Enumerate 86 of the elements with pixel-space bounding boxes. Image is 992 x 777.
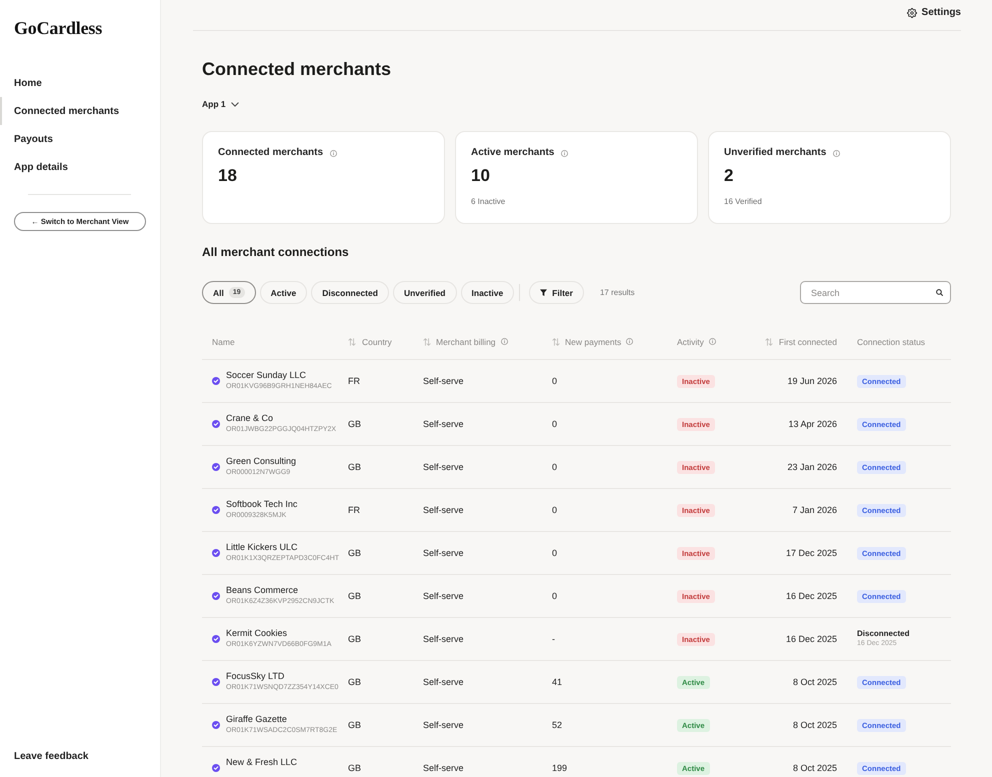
table-cell: 0 xyxy=(552,590,558,602)
filter-pill[interactable]: Inactive xyxy=(460,281,514,304)
info-icon xyxy=(561,150,568,156)
stat-note: 16 Verified xyxy=(724,197,763,207)
column-header: Connection status xyxy=(857,336,926,346)
feedback-link[interactable]: Leave feedback xyxy=(14,750,88,764)
column-header: Name xyxy=(212,336,235,346)
table-cell: 16 Dec 2025 xyxy=(786,634,837,644)
page-title: Connected merchants xyxy=(202,58,392,80)
table-cell: Self-serve xyxy=(423,548,464,558)
app-selector[interactable]: App 1 xyxy=(202,98,239,110)
table-cell: 8 Oct 2025 xyxy=(792,720,837,730)
stat-value: 18 xyxy=(218,166,238,186)
table-cell: 13 Apr 2026 xyxy=(788,418,837,430)
table-cell: 8 Oct 2025 xyxy=(792,762,837,774)
stat-note: 6 Inactive xyxy=(471,197,506,207)
merchant-name: FocusSky LTD xyxy=(226,671,286,682)
card-label: Connected merchants xyxy=(218,147,324,159)
table-cell: 41 xyxy=(552,676,562,688)
merchant-name: New & Fresh LLC xyxy=(226,757,298,768)
info-icon xyxy=(833,150,840,156)
table-cell: GB xyxy=(348,548,362,558)
table-cell: GB xyxy=(348,720,362,730)
table-cell: GB xyxy=(348,634,362,644)
table-cell: GB xyxy=(348,418,362,430)
status-text: Disconnected xyxy=(857,629,910,639)
table-cell: Self-serve xyxy=(423,676,464,688)
table-cell: Self-serve xyxy=(423,376,464,386)
table-cell: GB xyxy=(348,676,362,688)
table-cell: 199 xyxy=(552,762,568,774)
table-cell: 23 Jan 2026 xyxy=(787,462,837,472)
table-cell: 52 xyxy=(552,720,562,730)
table-cell: Self-serve xyxy=(423,590,464,602)
filter-button[interactable]: Filter xyxy=(529,281,584,304)
table-cell: 0 xyxy=(552,418,558,430)
table-cell: 0 xyxy=(552,462,558,472)
table-cell: GB xyxy=(348,590,362,602)
merchant-name: Little Kickers ULC xyxy=(226,542,299,553)
card-label: Unverified merchants xyxy=(724,147,826,159)
table-cell: 19 Jun 2026 xyxy=(787,376,837,386)
merchant-name: Giraffe Gazette xyxy=(226,714,288,725)
merchant-name: Green Consulting xyxy=(226,456,296,467)
settings-icon xyxy=(906,8,917,18)
column-header: Activity xyxy=(677,336,704,346)
table-cell: FR xyxy=(348,504,360,516)
merchant-name: Beans Commerce xyxy=(226,585,300,596)
table-cell: 0 xyxy=(552,376,558,386)
info-icon xyxy=(330,150,338,156)
stat-value: 2 xyxy=(724,166,734,186)
settings-button[interactable]: Settings xyxy=(906,6,961,20)
table-cell: 0 xyxy=(552,504,558,516)
search-field[interactable]: Search xyxy=(800,281,951,304)
table-cell: GB xyxy=(348,762,362,774)
nav-item[interactable]: Home xyxy=(0,69,160,97)
stat-value: 10 xyxy=(471,166,491,186)
filter-icon xyxy=(540,289,548,296)
table-cell: 7 Jan 2026 xyxy=(792,504,837,516)
chevron-down-icon xyxy=(230,102,239,106)
search-icon xyxy=(936,289,943,296)
column-header[interactable]: First connected xyxy=(778,336,837,346)
results-count: 17 results xyxy=(600,288,635,297)
nav-item[interactable]: App details xyxy=(0,153,160,181)
table-cell: Self-serve xyxy=(423,634,464,644)
table-cell: Self-serve xyxy=(423,762,464,774)
table-cell: Self-serve xyxy=(423,504,464,516)
merchant-name: Crane & Co xyxy=(226,413,274,424)
table-cell: 8 Oct 2025 xyxy=(792,676,837,688)
logo-text: GoCardless xyxy=(14,18,102,39)
table-cell: 16 Dec 2025 xyxy=(786,590,837,602)
filter-pill[interactable]: Disconnected xyxy=(311,281,389,304)
table-cell: Self-serve xyxy=(423,462,464,472)
table-cell: - xyxy=(552,634,555,644)
table-cell: Self-serve xyxy=(423,720,464,730)
section-title: All merchant connections xyxy=(202,244,350,260)
table-cell: 17 Dec 2025 xyxy=(786,548,837,558)
table-cell: Self-serve xyxy=(423,418,464,430)
table-cell: FR xyxy=(348,376,360,386)
merchant-name: Softbook Tech Inc xyxy=(226,499,298,510)
merchant-name: Soccer Sunday LLC xyxy=(226,370,308,381)
merchant-name: Kermit Cookies xyxy=(226,628,288,639)
table-cell: 0 xyxy=(552,548,558,558)
nav-item[interactable]: Payouts xyxy=(0,125,160,153)
filter-pill[interactable]: Active xyxy=(260,281,308,304)
card-label: Active merchants xyxy=(471,147,554,159)
filter-pill[interactable]: Unverified xyxy=(392,281,457,304)
table-cell: GB xyxy=(348,462,362,472)
